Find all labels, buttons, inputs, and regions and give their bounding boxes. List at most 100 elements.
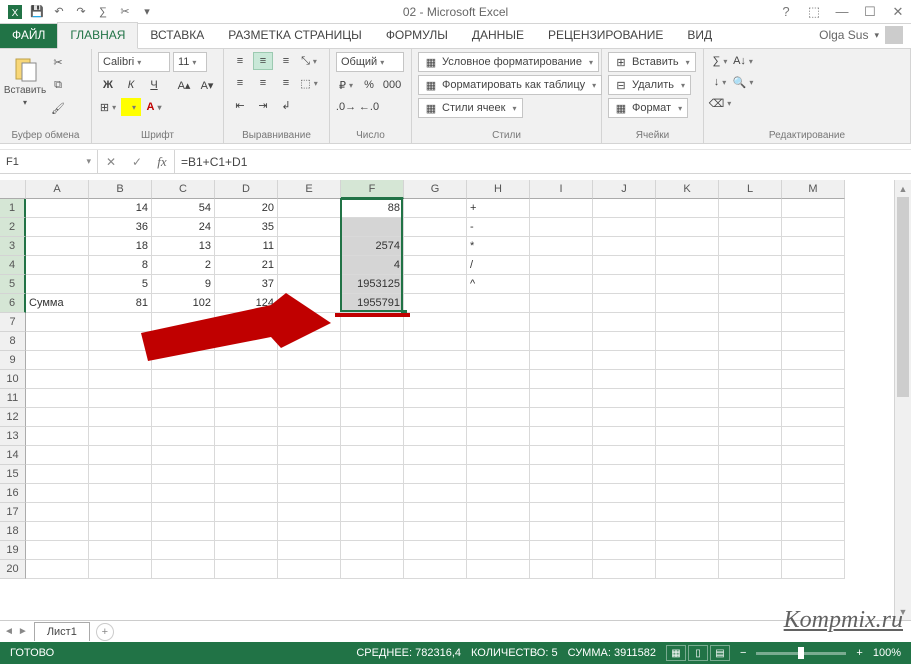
cell[interactable] <box>593 275 656 294</box>
cell[interactable] <box>467 389 530 408</box>
cell[interactable] <box>719 237 782 256</box>
column-header[interactable]: H <box>467 180 530 199</box>
merge-button[interactable]: ⬚ <box>299 74 319 92</box>
cell[interactable]: 2 <box>152 256 215 275</box>
cell[interactable] <box>719 522 782 541</box>
cell[interactable] <box>782 560 845 579</box>
zoom-in-button[interactable]: + <box>856 647 862 659</box>
cell[interactable] <box>215 522 278 541</box>
italic-button[interactable]: К <box>121 76 141 94</box>
align-bottom-button[interactable]: ≡ <box>276 52 296 70</box>
cell[interactable] <box>467 370 530 389</box>
cell[interactable]: 2574 <box>341 237 404 256</box>
new-sheet-button[interactable]: + <box>96 623 114 641</box>
minimize-icon[interactable]: — <box>833 4 851 19</box>
view-buttons[interactable]: ▦▯▤ <box>666 645 730 661</box>
row-header[interactable]: 18 <box>0 522 26 541</box>
number-format-combo[interactable]: Общий <box>336 52 404 72</box>
align-center-button[interactable]: ≡ <box>253 74 273 92</box>
cell[interactable] <box>656 503 719 522</box>
cell[interactable] <box>782 294 845 313</box>
cell[interactable] <box>782 408 845 427</box>
cell[interactable] <box>215 408 278 427</box>
scroll-up-icon[interactable]: ▲ <box>895 180 911 197</box>
close-icon[interactable]: ✕ <box>889 4 907 20</box>
cell[interactable] <box>530 256 593 275</box>
cell[interactable] <box>152 560 215 579</box>
row-header[interactable]: 10 <box>0 370 26 389</box>
cell[interactable] <box>278 199 341 218</box>
cell[interactable] <box>26 465 89 484</box>
cell[interactable] <box>404 446 467 465</box>
cell[interactable] <box>404 275 467 294</box>
tab-formulas[interactable]: ФОРМУЛЫ <box>374 23 460 48</box>
row-header[interactable]: 8 <box>0 332 26 351</box>
cell[interactable] <box>782 313 845 332</box>
cell[interactable] <box>278 541 341 560</box>
cell[interactable] <box>593 370 656 389</box>
undo-icon[interactable]: ↶ <box>52 5 66 19</box>
cell[interactable] <box>719 351 782 370</box>
cell[interactable]: 8 <box>89 256 152 275</box>
row-header[interactable]: 2 <box>0 218 26 237</box>
zoom-out-button[interactable]: − <box>740 647 746 659</box>
percent-button[interactable]: % <box>359 76 379 94</box>
cell[interactable] <box>656 332 719 351</box>
cell[interactable] <box>215 503 278 522</box>
delete-cells-button[interactable]: ⊟Удалить <box>608 75 691 95</box>
cell[interactable]: 37 <box>215 275 278 294</box>
cell[interactable] <box>152 541 215 560</box>
cell[interactable] <box>530 275 593 294</box>
cell[interactable] <box>404 199 467 218</box>
cell[interactable] <box>278 237 341 256</box>
column-header[interactable]: B <box>89 180 152 199</box>
cell[interactable] <box>278 427 341 446</box>
cell[interactable] <box>404 332 467 351</box>
currency-button[interactable]: ₽ <box>336 76 356 94</box>
cell[interactable] <box>782 389 845 408</box>
cell[interactable] <box>26 275 89 294</box>
cell[interactable] <box>89 465 152 484</box>
cell[interactable] <box>530 503 593 522</box>
cell[interactable] <box>782 541 845 560</box>
decrease-decimal-button[interactable]: ←.0 <box>359 98 379 116</box>
row-header[interactable]: 3 <box>0 237 26 256</box>
cell[interactable] <box>530 484 593 503</box>
cell[interactable]: 88 <box>341 199 404 218</box>
cell[interactable] <box>719 332 782 351</box>
cell[interactable] <box>530 522 593 541</box>
cell[interactable] <box>89 560 152 579</box>
cell[interactable] <box>593 427 656 446</box>
cell[interactable] <box>782 199 845 218</box>
cell[interactable] <box>782 332 845 351</box>
cell[interactable] <box>782 218 845 237</box>
cell[interactable] <box>719 503 782 522</box>
cell[interactable] <box>530 313 593 332</box>
cell[interactable] <box>341 389 404 408</box>
cell[interactable] <box>782 237 845 256</box>
row-header[interactable]: 7 <box>0 313 26 332</box>
cell[interactable]: - <box>467 218 530 237</box>
page-break-view-icon[interactable]: ▤ <box>710 645 730 661</box>
sheet-nav[interactable]: ◄► <box>4 626 28 637</box>
vertical-scrollbar[interactable]: ▲ ▼ <box>894 180 911 620</box>
cell[interactable] <box>530 408 593 427</box>
cell[interactable] <box>467 294 530 313</box>
row-header[interactable]: 15 <box>0 465 26 484</box>
cell[interactable] <box>782 427 845 446</box>
cell[interactable] <box>26 218 89 237</box>
cell[interactable] <box>719 218 782 237</box>
cell[interactable] <box>656 389 719 408</box>
cell[interactable]: 9 <box>152 275 215 294</box>
cell[interactable] <box>719 446 782 465</box>
increase-indent-button[interactable]: ⇥ <box>253 96 273 114</box>
row-header[interactable]: 11 <box>0 389 26 408</box>
cell[interactable] <box>404 541 467 560</box>
cell[interactable] <box>467 465 530 484</box>
cell[interactable] <box>593 351 656 370</box>
cell[interactable] <box>782 484 845 503</box>
cell[interactable] <box>278 484 341 503</box>
fill-color-button[interactable] <box>121 98 141 116</box>
cell[interactable] <box>26 199 89 218</box>
cell[interactable] <box>341 332 404 351</box>
